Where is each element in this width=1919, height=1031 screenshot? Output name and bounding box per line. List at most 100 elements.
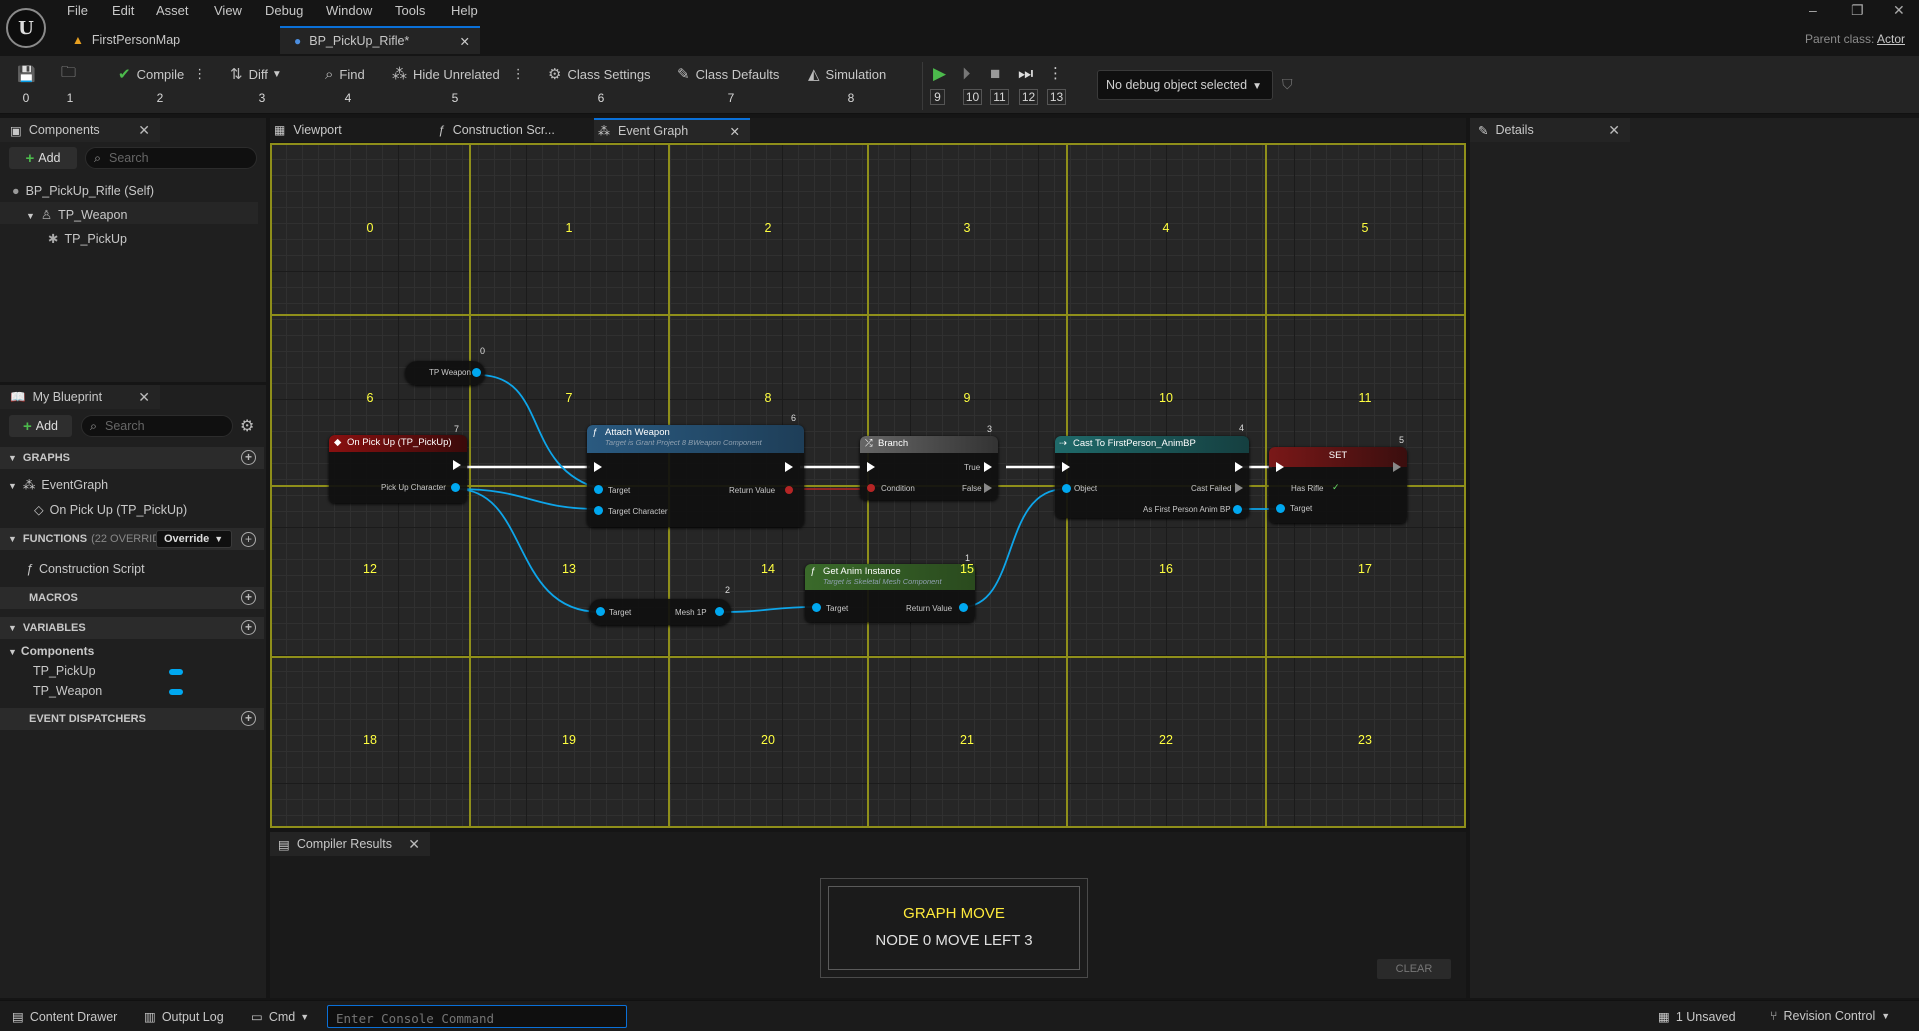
hide-unrelated-button[interactable]: ⁂ Hide Unrelated ⋮ [392,64,525,84]
content-drawer-button[interactable]: ▤ Content Drawer [12,1009,117,1025]
tree-item-self[interactable]: ● BP_PickUp_Rifle (Self) [12,184,154,198]
menu-asset[interactable]: Asset [156,3,189,18]
add-variable-icon[interactable]: + [241,620,256,635]
components-search-input[interactable]: ⌕ Search [85,147,257,169]
return-pin[interactable] [785,486,793,494]
add-dispatcher-icon[interactable]: + [241,711,256,726]
variable-tp-pickup[interactable]: TP_PickUp [33,664,96,678]
close-window-icon[interactable]: ✕ [1893,2,1905,19]
target-pin[interactable] [594,485,603,494]
exec-in-pin[interactable] [1062,462,1070,472]
macros-section[interactable]: MACROS + [0,587,264,609]
close-icon[interactable]: ✕ [1608,122,1620,139]
menu-debug[interactable]: Debug [265,3,303,18]
variable-tp-weapon[interactable]: TP_Weapon [33,684,102,698]
exec-out-pin[interactable] [1235,462,1243,472]
class-defaults-button[interactable]: ✎ Class Defaults [677,64,779,84]
target-pin[interactable] [596,607,605,616]
compile-button[interactable]: ✔ Compile ⋮ [118,64,206,84]
event-dispatchers-section[interactable]: EVENT DISPATCHERS + [0,708,264,730]
debug-filter-icon[interactable]: ⛉ [1282,76,1293,93]
tab-event-graph[interactable]: ⁂ Event Graph ✕ [594,118,750,142]
add-member-button[interactable]: + Add [9,415,72,437]
find-button[interactable]: ⌕ Find [325,64,365,84]
add-function-icon[interactable]: + [241,532,256,547]
variables-section[interactable]: ▼ VARIABLES + [0,617,264,639]
step-icon[interactable]: ⏵ [962,64,971,84]
components-var-group[interactable]: ▼ Components [8,644,94,658]
simulation-button[interactable]: ◭ Simulation [808,64,886,84]
close-tab-icon[interactable]: ✕ [730,124,740,139]
exec-out-pin[interactable] [1393,462,1401,472]
target-pin[interactable] [1276,504,1285,513]
browse-icon[interactable]: 🗀 [61,64,82,84]
add-macro-icon[interactable]: + [241,590,256,605]
save-icon[interactable]: 💾 [17,64,42,84]
condition-pin[interactable] [867,484,875,492]
event-item[interactable]: ◇ On Pick Up (TP_PickUp) [34,502,187,517]
tab-blueprint[interactable]: ● BP_PickUp_Rifle* ✕ [280,26,480,54]
menu-help[interactable]: Help [451,3,478,18]
construction-script-item[interactable]: ƒ Construction Script [26,562,145,576]
unreal-logo[interactable]: U [6,8,46,48]
set-node[interactable]: SET Has Rifle ✓ Target [1269,447,1407,523]
minimize-icon[interactable]: – [1809,2,1817,18]
menu-file[interactable]: File [67,3,88,18]
event-graph-item[interactable]: ▼ ⁂ EventGraph [8,477,108,492]
restore-icon[interactable]: ❐ [1851,2,1864,19]
tree-item-tp-weapon[interactable]: ▼ ♙ TP_Weapon [26,207,127,222]
cast-node[interactable]: ⇢ Cast To FirstPerson_AnimBP Object Cast … [1055,436,1249,518]
play-icon[interactable]: ▶ [933,64,946,84]
return-value-pin[interactable] [959,603,968,612]
on-pick-up-event-node[interactable]: ◆ On Pick Up (TP_PickUp) Pick Up Characte… [329,435,467,503]
override-dropdown[interactable]: Override ▼ [156,530,232,548]
menu-tools[interactable]: Tools [395,3,425,18]
object-pin[interactable] [1062,484,1071,493]
exec-out-pin[interactable] [785,462,793,472]
mesh-pin[interactable] [715,607,724,616]
output-pin[interactable] [451,483,460,492]
attach-weapon-node[interactable]: ƒ Attach Weapon Target is Grant Project … [587,425,804,527]
graphs-section[interactable]: ▼ GRAPHS + [0,447,264,469]
tp-weapon-getter-node[interactable]: TP Weapon [405,361,485,385]
menu-edit[interactable]: Edit [112,3,134,18]
add-graph-icon[interactable]: + [241,450,256,465]
clear-button[interactable]: CLEAR [1377,959,1451,979]
menu-view[interactable]: View [214,3,242,18]
more-icon[interactable]: ⋮ [1048,64,1063,82]
stop-icon[interactable]: ■ [990,64,1000,84]
exec-in-pin[interactable] [867,462,875,472]
diff-button[interactable]: ⇅ Diff ▼ [230,64,282,84]
eject-icon[interactable]: ⏭ [1018,64,1033,84]
output-log-button[interactable]: ▥ Output Log [144,1009,224,1025]
exec-true-pin[interactable] [984,462,992,472]
add-component-button[interactable]: + Add [9,147,77,169]
exec-in-pin[interactable] [594,462,602,472]
close-icon[interactable]: ✕ [408,836,420,853]
exec-failed-pin[interactable] [1235,483,1243,493]
menu-window[interactable]: Window [326,3,372,18]
tab-construction-script[interactable]: ƒ Construction Scr... [438,118,588,142]
blueprint-search-input[interactable]: ⌕ Search [81,415,233,437]
tree-item-tp-pickup[interactable]: ✱ TP_PickUp [48,231,127,246]
exec-out-pin[interactable] [453,460,461,470]
revision-control-button[interactable]: ⑂ Revision Control ▼ [1770,1009,1890,1023]
get-mesh-node[interactable]: Target Mesh 1P [589,599,731,625]
output-pin[interactable] [472,368,481,377]
close-tab-icon[interactable]: ✕ [460,34,470,49]
event-graph-canvas[interactable]: 0 TP Weapon 7 ◆ On Pick Up (TP_PickUp) Pi… [270,143,1466,828]
target-pin[interactable] [812,603,821,612]
target-character-pin[interactable] [594,506,603,515]
debug-object-select[interactable]: No debug object selected ▼ [1097,70,1273,100]
cmd-dropdown[interactable]: ▭ Cmd ▼ [251,1009,309,1025]
get-anim-instance-node[interactable]: ƒ Get Anim Instance Target is Skeletal M… [805,564,975,622]
exec-false-pin[interactable] [984,483,992,493]
parent-class-link[interactable]: Actor [1877,32,1905,46]
class-settings-button[interactable]: ⚙ Class Settings [548,64,651,84]
tab-firstpersonmap[interactable]: ▲ FirstPersonMap [58,26,270,54]
close-icon[interactable]: ✕ [138,122,150,139]
branch-node[interactable]: ⤮ Branch True Condition False [860,436,998,500]
exec-in-pin[interactable] [1276,462,1284,472]
checkbox-icon[interactable]: ✓ [1332,482,1340,493]
close-icon[interactable]: ✕ [138,389,150,406]
